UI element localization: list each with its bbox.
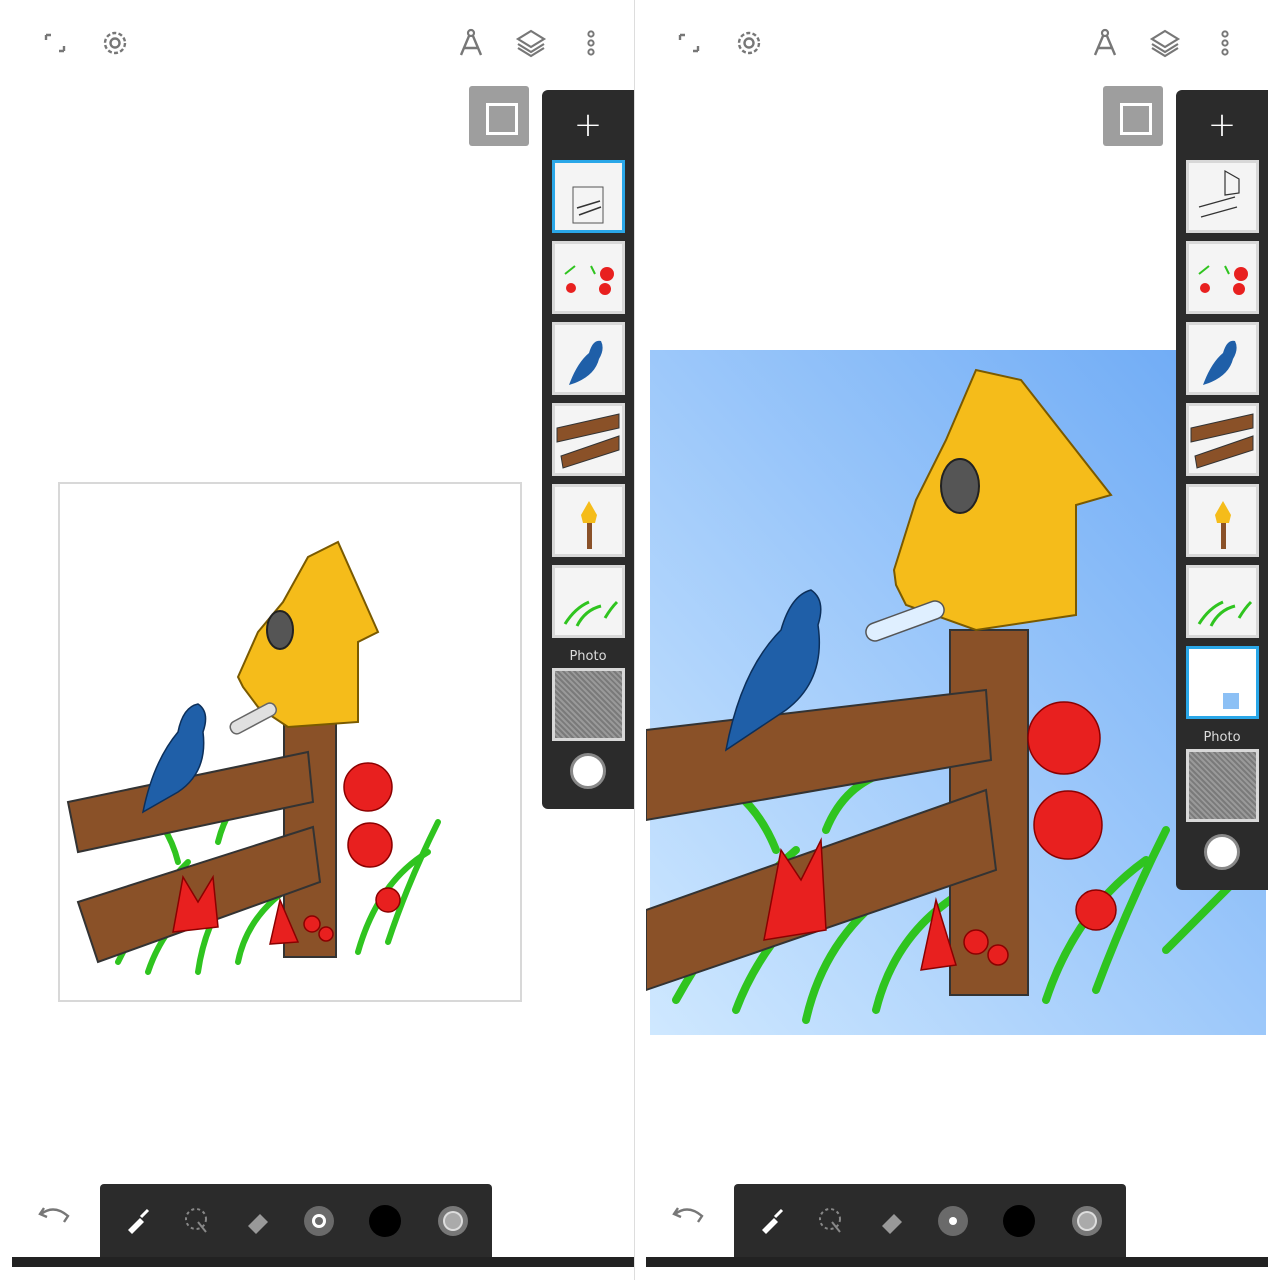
nav-bar bbox=[12, 1257, 634, 1267]
layer-thumb-flowers[interactable] bbox=[1185, 241, 1259, 314]
layer-thumb-birdhouse[interactable] bbox=[551, 484, 625, 557]
gear-icon[interactable] bbox=[732, 26, 766, 60]
brush-icon[interactable] bbox=[118, 1202, 156, 1240]
more-vertical-icon[interactable] bbox=[1208, 26, 1242, 60]
layer-panel: + Photo bbox=[1176, 90, 1268, 890]
left-screen: + Photo bbox=[0, 0, 634, 1280]
layer-options-button[interactable] bbox=[570, 753, 606, 789]
layer-thumb-grass[interactable] bbox=[551, 565, 625, 638]
layer-thumb-flowers[interactable] bbox=[551, 241, 625, 314]
layers-icon[interactable] bbox=[514, 26, 548, 60]
canvas-mode-button[interactable] bbox=[469, 86, 529, 146]
layer-thumb-fence[interactable] bbox=[1185, 403, 1259, 476]
photo-layer-thumb[interactable] bbox=[551, 668, 625, 741]
undo-icon[interactable] bbox=[670, 1200, 708, 1230]
compass-icon[interactable] bbox=[454, 26, 488, 60]
layer-thumb-sky[interactable] bbox=[1185, 646, 1259, 719]
canvas-mode-button[interactable] bbox=[1103, 86, 1163, 146]
layers-icon[interactable] bbox=[1148, 26, 1182, 60]
layer-thumb-bird[interactable] bbox=[551, 322, 625, 395]
photo-layer-thumb[interactable] bbox=[1185, 749, 1259, 822]
color-swatch-icon[interactable] bbox=[1000, 1202, 1038, 1240]
layer-panel: + Photo bbox=[542, 90, 634, 809]
brush-icon[interactable] bbox=[752, 1202, 790, 1240]
drawing-canvas[interactable] bbox=[646, 350, 1266, 1050]
bottom-toolbar bbox=[734, 1184, 1126, 1258]
right-screen: + Photo bbox=[646, 0, 1280, 1280]
add-layer-button[interactable]: + bbox=[1176, 90, 1268, 160]
layer-options-button[interactable] bbox=[1204, 834, 1240, 870]
layer-thumb-birdhouse[interactable] bbox=[1185, 484, 1259, 557]
gear-icon[interactable] bbox=[98, 26, 132, 60]
photo-label: Photo bbox=[569, 649, 607, 664]
fullscreen-icon[interactable] bbox=[672, 26, 706, 60]
divider bbox=[634, 0, 646, 1280]
undo-icon[interactable] bbox=[36, 1200, 74, 1230]
brush-size-icon[interactable] bbox=[300, 1202, 338, 1240]
nav-bar bbox=[646, 1257, 1268, 1267]
layer-thumb-bird[interactable] bbox=[1185, 322, 1259, 395]
layer-thumb-fence[interactable] bbox=[551, 403, 625, 476]
layer-thumb-sketch[interactable] bbox=[551, 160, 625, 233]
eraser-icon[interactable] bbox=[238, 1202, 276, 1240]
opacity-icon[interactable] bbox=[1068, 1202, 1106, 1240]
color-swatch-icon[interactable] bbox=[366, 1202, 404, 1240]
bottom-toolbar bbox=[100, 1184, 492, 1258]
more-vertical-icon[interactable] bbox=[574, 26, 608, 60]
eraser-icon[interactable] bbox=[872, 1202, 910, 1240]
layer-thumb-grass[interactable] bbox=[1185, 565, 1259, 638]
opacity-icon[interactable] bbox=[434, 1202, 472, 1240]
drawing-canvas[interactable] bbox=[58, 482, 522, 1002]
fullscreen-icon[interactable] bbox=[38, 26, 72, 60]
lasso-select-icon[interactable] bbox=[178, 1202, 216, 1240]
photo-label: Photo bbox=[1203, 730, 1241, 745]
brush-size-icon[interactable] bbox=[934, 1202, 972, 1240]
add-layer-button[interactable]: + bbox=[542, 90, 634, 160]
lasso-select-icon[interactable] bbox=[812, 1202, 850, 1240]
layer-thumb-sketch[interactable] bbox=[1185, 160, 1259, 233]
compass-icon[interactable] bbox=[1088, 26, 1122, 60]
